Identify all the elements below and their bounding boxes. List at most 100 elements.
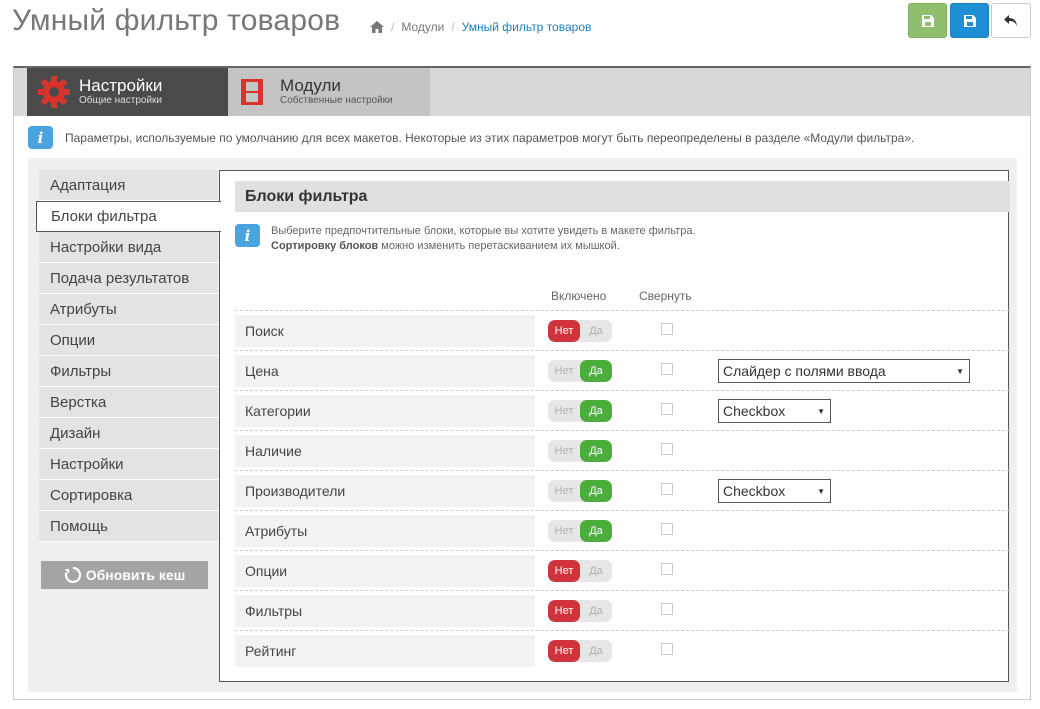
tab-settings[interactable]: Настройки Общие настройки [27,68,228,116]
collapse-checkbox[interactable] [661,403,673,415]
sidebar-item[interactable]: Блоки фильтра [36,201,221,232]
sidebar-item[interactable]: Настройки [39,449,218,480]
sidebar-item[interactable]: Настройки вида [39,232,218,263]
dropdown-arrow-icon: ▼ [956,367,964,376]
save-icon [963,14,976,27]
tab-modules-title: Модули [280,76,341,95]
filter-block-row[interactable]: Категории Нет Да Checkbox ▼ [235,390,1010,430]
enabled-toggle[interactable]: Нет Да [548,480,612,502]
enabled-toggle[interactable]: Нет Да [548,520,612,542]
enabled-toggle[interactable]: Нет Да [548,600,612,622]
toggle-yes-option[interactable]: Да [580,320,612,342]
collapse-checkbox[interactable] [661,603,673,615]
save-and-stay-button[interactable] [950,3,989,38]
section-info-bold: Сортировку блоков [271,240,379,252]
collapse-checkbox[interactable] [661,323,673,335]
toggle-no-option[interactable]: Нет [548,360,580,382]
filter-block-row[interactable]: Опции Нет Да [235,550,1010,590]
toggle-yes-option[interactable]: Да [580,560,612,582]
section-info: i Выберите предпочтительные блоки, котор… [235,224,696,254]
film-icon [241,79,263,105]
filter-block-row[interactable]: Цена Нет Да Слайдер с полями ввода ▼ [235,350,1010,390]
display-type-select[interactable]: Слайдер с полями ввода ▼ [718,359,970,383]
toggle-yes-option[interactable]: Да [580,360,612,382]
filter-block-label: Атрибуты [235,515,535,547]
tab-settings-title: Настройки [79,76,163,95]
sidebar-item[interactable]: Дизайн [39,418,218,449]
display-type-select[interactable]: Checkbox ▼ [718,399,831,423]
page-title: Умный фильтр товаров [12,4,341,37]
toggle-no-option[interactable]: Нет [548,320,580,342]
refresh-cache-label: Обновить кеш [85,567,186,583]
toggle-no-option[interactable]: Нет [548,640,580,662]
toggle-no-option[interactable]: Нет [548,440,580,462]
filter-block-row[interactable]: Фильтры Нет Да [235,590,1010,630]
column-header-enabled: Включено [551,289,607,303]
home-icon[interactable] [370,21,384,33]
sidebar-item[interactable]: Подача результатов [39,263,218,294]
collapse-checkbox[interactable] [661,363,673,375]
collapse-checkbox[interactable] [661,483,673,495]
notice-text: Параметры, используемые по умолчанию для… [65,130,915,145]
info-icon: i [235,224,260,247]
toggle-no-option[interactable]: Нет [548,480,580,502]
filter-block-row[interactable]: Рейтинг Нет Да [235,630,1010,670]
refresh-cache-button[interactable]: Обновить кеш [41,561,208,589]
reply-arrow-icon [1004,14,1017,26]
display-type-value: Checkbox [723,483,786,499]
settings-body: Адаптация Блоки фильтра Настройки вида Пода… [28,158,1017,692]
toggle-no-option[interactable]: Нет [548,520,580,542]
notice: i Параметры, используемые по умолчанию д… [28,126,914,149]
filter-blocks-section: Блоки фильтра i Выберите предпочтительны… [219,170,1010,682]
toggle-no-option[interactable]: Нет [548,600,580,622]
dropdown-arrow-icon: ▼ [817,487,825,496]
save-button[interactable] [908,3,947,38]
filter-blocks-list: Поиск Нет Да Цена Нет Да Слайдер с полями ввод… [235,310,1010,670]
toggle-yes-option[interactable]: Да [580,640,612,662]
enabled-toggle[interactable]: Нет Да [548,560,612,582]
enabled-toggle[interactable]: Нет Да [548,640,612,662]
sidebar-item[interactable]: Фильтры [39,356,218,387]
info-icon: i [28,126,53,149]
toggle-no-option[interactable]: Нет [548,400,580,422]
filter-block-row[interactable]: Наличие Нет Да [235,430,1010,470]
sidebar-item[interactable]: Верстка [39,387,218,418]
collapse-checkbox[interactable] [661,443,673,455]
sidebar-item[interactable]: Помощь [39,511,218,542]
display-type-value: Checkbox [723,403,786,419]
tab-modules-subtitle: Собственные настройки [280,95,393,106]
breadcrumb-modules-link[interactable]: Модули [401,20,444,34]
enabled-toggle[interactable]: Нет Да [548,320,612,342]
back-button[interactable] [991,3,1031,38]
settings-panel: Настройки Общие настройки Модули Собстве… [13,66,1031,700]
sidebar-item[interactable]: Атрибуты [39,294,218,325]
toggle-yes-option[interactable]: Да [580,400,612,422]
collapse-checkbox[interactable] [661,523,673,535]
tab-modules[interactable]: Модули Собственные настройки [228,68,430,116]
collapse-checkbox[interactable] [661,563,673,575]
toggle-yes-option[interactable]: Да [580,480,612,502]
enabled-toggle[interactable]: Нет Да [548,360,612,382]
filter-block-row[interactable]: Атрибуты Нет Да [235,510,1010,550]
collapse-checkbox[interactable] [661,643,673,655]
enabled-toggle[interactable]: Нет Да [548,400,612,422]
enabled-toggle[interactable]: Нет Да [548,440,612,462]
toggle-yes-option[interactable]: Да [580,440,612,462]
filter-block-label: Фильтры [235,595,535,627]
section-info-line1: Выберите предпочтительные блоки, которые… [271,225,696,237]
toggle-no-option[interactable]: Нет [548,560,580,582]
breadcrumb: / Модули / Умный фильтр товаров [370,20,591,34]
breadcrumb-current-link[interactable]: Умный фильтр товаров [462,20,592,34]
gear-icon [38,76,70,108]
sidebar-item[interactable]: Адаптация [39,170,218,201]
toggle-yes-option[interactable]: Да [580,520,612,542]
toggle-yes-option[interactable]: Да [580,600,612,622]
filter-block-label: Наличие [235,435,535,467]
tab-bar: Настройки Общие настройки Модули Собстве… [14,68,1030,116]
sidebar-item[interactable]: Сортировка [39,480,218,511]
filter-block-row[interactable]: Поиск Нет Да [235,310,1010,350]
refresh-icon [64,566,81,584]
sidebar-item[interactable]: Опции [39,325,218,356]
filter-block-row[interactable]: Производители Нет Да Checkbox ▼ [235,470,1010,510]
display-type-select[interactable]: Checkbox ▼ [718,479,831,503]
